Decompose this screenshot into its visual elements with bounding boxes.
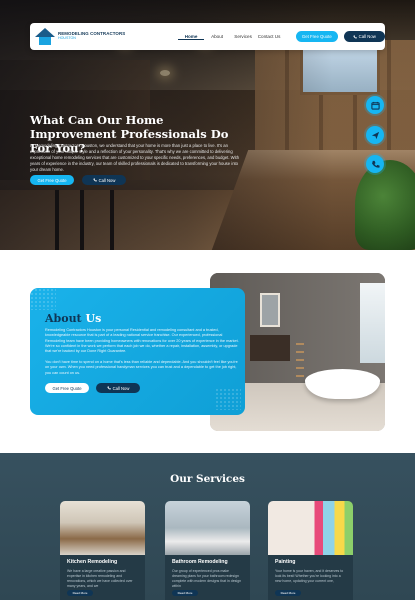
dot-pattern: [30, 288, 56, 310]
read-more-button[interactable]: Read More: [275, 590, 301, 596]
nav-call-now-button[interactable]: Call Now: [343, 31, 386, 42]
nav-link-contact[interactable]: Contact Us: [256, 34, 282, 40]
logo-line2: HOUSTON: [58, 36, 76, 41]
about-paragraph-1: Remodeling Contractors Houston is your p…: [45, 328, 239, 354]
nav-link-about[interactable]: About: [204, 34, 230, 40]
about-call-label: Call Now: [112, 385, 130, 391]
service-description: Your home is your haven, and it deserves…: [275, 569, 344, 583]
nav-free-quote-button[interactable]: Get Free Quote: [296, 31, 338, 42]
calendar-icon: [370, 101, 380, 110]
nav-call-label: Call Now: [358, 34, 376, 39]
about-title-part2: Us: [85, 312, 102, 325]
hero-call-now-button[interactable]: Call Now: [82, 175, 126, 185]
service-description: Our group of experienced pros make dream…: [172, 569, 242, 588]
about-title: About Us: [45, 312, 101, 325]
nav-link-home[interactable]: Home: [178, 34, 205, 40]
hero-section: REMODELING CONTRACTORS HOUSTON Home Abou…: [0, 0, 415, 250]
calendar-button[interactable]: [366, 96, 384, 114]
services-title: Our Services: [170, 473, 245, 485]
nav-links: Home About Services Contact Us: [178, 34, 282, 40]
phone-icon: [371, 160, 380, 168]
bathroom-service-photo: [165, 501, 250, 555]
bathtub: [305, 369, 380, 399]
service-card-kitchen[interactable]: Kitchen Remodeling We have a large creat…: [60, 501, 145, 600]
about-title-part1: About: [45, 312, 82, 325]
phone-icon: [353, 34, 357, 38]
about-card: About Us Remodeling Contractors Houston …: [30, 288, 245, 415]
read-more-button[interactable]: Read More: [172, 590, 198, 596]
service-title: Kitchen Remodeling: [67, 559, 118, 565]
hero-free-quote-button[interactable]: Get Free Quote: [30, 175, 74, 185]
house-logo-icon: [35, 27, 55, 46]
kitchen-photo: [60, 501, 145, 555]
hero-description: At Remodeling Contractors Houston, we un…: [30, 143, 240, 172]
about-call-now-button[interactable]: Call Now: [96, 383, 140, 393]
service-title: Bathroom Remodeling: [172, 559, 228, 565]
logo-text: REMODELING CONTRACTORS HOUSTON: [58, 31, 125, 41]
nav-link-services[interactable]: Services: [230, 34, 256, 40]
service-card-bathroom[interactable]: Bathroom Remodeling Our group of experie…: [165, 501, 250, 600]
top-navbar: REMODELING CONTRACTORS HOUSTON Home Abou…: [30, 23, 386, 50]
service-description: We have a large creative passion and exp…: [67, 569, 133, 588]
services-section: Our Services Kitchen Remodeling We have …: [0, 453, 415, 600]
hero-call-label: Call Now: [98, 177, 116, 183]
service-title: Painting: [275, 559, 296, 565]
dot-pattern: [215, 388, 241, 410]
logo[interactable]: REMODELING CONTRACTORS HOUSTON: [35, 27, 141, 46]
about-paragraph-2: You don't have time to spend on a home t…: [45, 360, 238, 375]
phone-icon: [93, 178, 97, 182]
send-button[interactable]: [366, 126, 384, 144]
phone-icon: [107, 386, 111, 390]
read-more-button[interactable]: Read More: [67, 590, 93, 596]
phone-button[interactable]: [366, 155, 384, 173]
send-icon: [371, 131, 379, 139]
about-free-quote-button[interactable]: Get Free Quote: [45, 383, 89, 393]
service-card-painting[interactable]: Painting Your home is your haven, and it…: [268, 501, 353, 600]
painting-photo: [268, 501, 353, 555]
